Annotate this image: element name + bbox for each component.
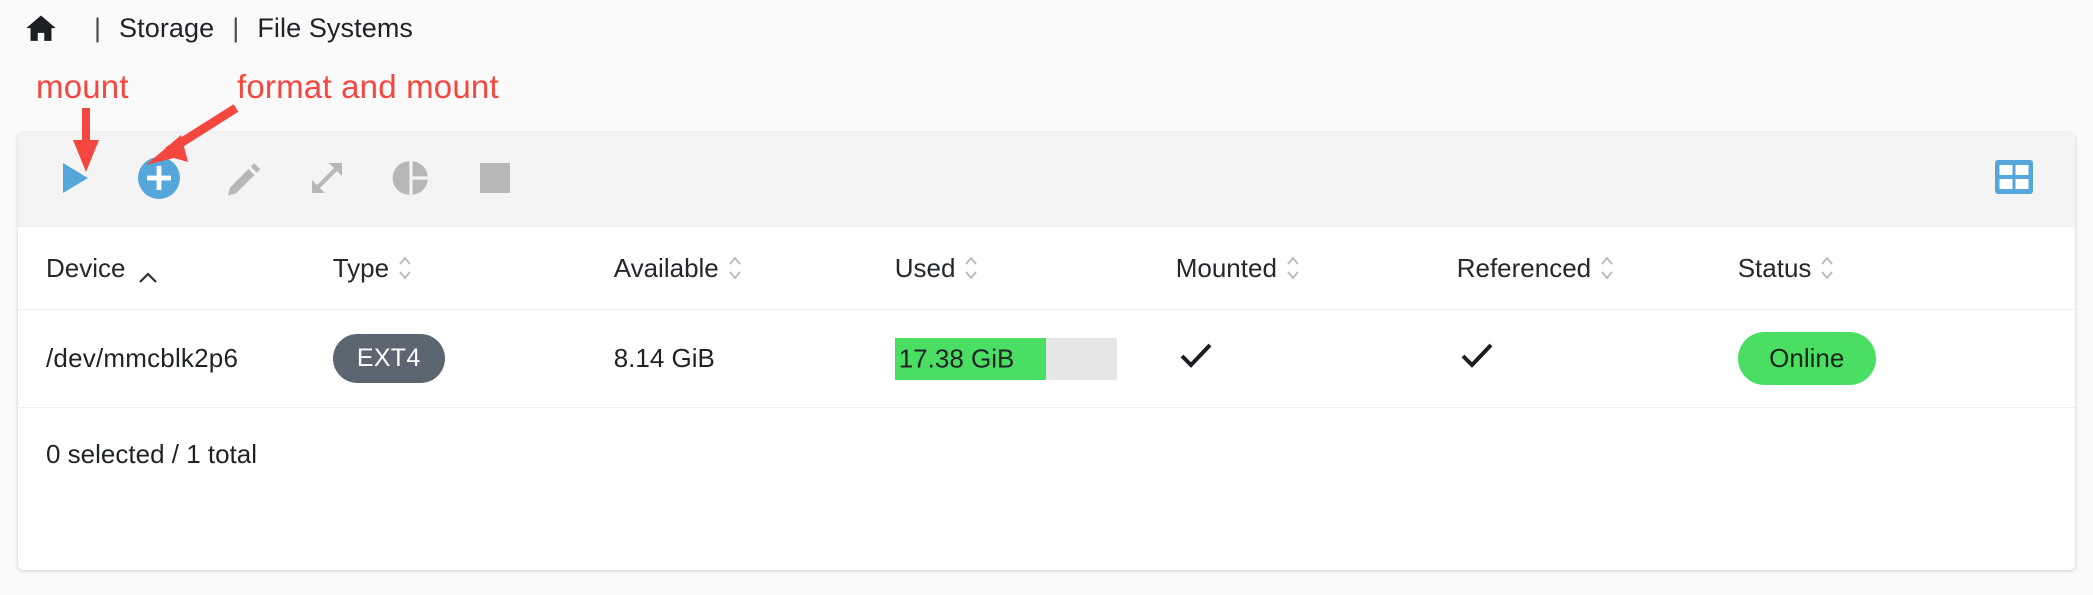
mount-button[interactable] xyxy=(52,157,98,203)
sort-toggle-icon xyxy=(964,255,978,281)
breadcrumb-item-file-systems[interactable]: File Systems xyxy=(257,13,413,44)
create-button[interactable] xyxy=(136,157,182,203)
table-footer: 0 selected / 1 total xyxy=(18,408,2075,500)
sort-toggle-icon xyxy=(1286,255,1300,281)
column-header-device[interactable]: Device xyxy=(18,226,333,310)
cell-mounted xyxy=(1175,309,1457,408)
file-systems-page: | Storage | File Systems mount format an… xyxy=(0,0,2093,595)
table-body: /dev/mmcblk2p6 EXT4 8.14 GiB 17.38 GiB O… xyxy=(18,309,2075,408)
annotation-label-mount: mount xyxy=(36,68,129,105)
usage-progress-bar: 17.38 GiB xyxy=(894,337,1117,380)
column-label-used: Used xyxy=(894,252,956,283)
column-header-referenced[interactable]: Referenced xyxy=(1456,226,1738,310)
table-toolbar xyxy=(18,133,2075,226)
column-label-mounted: Mounted xyxy=(1175,252,1277,283)
column-label-type: Type xyxy=(332,252,390,283)
sort-ascending-icon xyxy=(138,261,158,283)
cell-device: /dev/mmcblk2p6 xyxy=(18,309,333,408)
annotation-label-format-and-mount: format and mount xyxy=(237,68,499,105)
check-icon xyxy=(1176,335,1216,375)
unmount-button[interactable] xyxy=(472,157,518,203)
column-header-mounted[interactable]: Mounted xyxy=(1175,226,1457,310)
breadcrumb: | Storage | File Systems xyxy=(22,4,413,52)
expand-arrows-icon xyxy=(308,159,346,200)
resize-button[interactable] xyxy=(304,157,350,203)
column-header-type[interactable]: Type xyxy=(332,226,614,310)
home-icon[interactable] xyxy=(22,9,60,47)
sort-toggle-icon xyxy=(1600,255,1614,281)
cell-available: 8.14 GiB xyxy=(613,309,895,408)
column-label-referenced: Referenced xyxy=(1456,252,1592,283)
usage-button[interactable] xyxy=(388,157,434,203)
sort-toggle-icon xyxy=(1820,255,1834,281)
stop-square-icon xyxy=(480,163,510,196)
column-label-status: Status xyxy=(1737,252,1812,283)
status-badge: Online xyxy=(1737,332,1876,385)
sort-toggle-icon xyxy=(398,255,412,281)
type-badge: EXT4 xyxy=(332,334,445,383)
column-header-available[interactable]: Available xyxy=(613,226,895,310)
check-icon xyxy=(1457,335,1497,375)
table-grid-icon xyxy=(1995,160,2033,199)
column-label-device: Device xyxy=(46,252,126,283)
file-systems-panel: Device Type Available Used Mounted Refer… xyxy=(18,133,2075,570)
pencil-icon xyxy=(224,159,262,200)
table-row[interactable]: /dev/mmcblk2p6 EXT4 8.14 GiB 17.38 GiB O… xyxy=(18,309,2075,408)
play-icon xyxy=(60,161,90,198)
column-settings-button[interactable] xyxy=(1993,159,2035,201)
column-header-status[interactable]: Status xyxy=(1737,226,2075,310)
selection-summary: 0 selected / 1 total xyxy=(46,438,258,469)
usage-label: 17.38 GiB xyxy=(898,343,1015,373)
breadcrumb-item-storage[interactable]: Storage xyxy=(119,13,214,44)
cell-used: 17.38 GiB xyxy=(894,309,1176,408)
table-header: Device Type Available Used Mounted Refer… xyxy=(18,226,2075,310)
plus-circle-icon xyxy=(137,156,181,203)
toolbar-actions xyxy=(52,157,518,203)
sort-toggle-icon xyxy=(728,255,742,281)
file-systems-table: Device Type Available Used Mounted Refer… xyxy=(18,226,2075,408)
cell-referenced xyxy=(1456,309,1738,408)
pie-chart-icon xyxy=(392,159,430,200)
breadcrumb-separator-1: | xyxy=(94,12,102,43)
breadcrumb-separator-2: | xyxy=(232,12,240,43)
column-header-used[interactable]: Used xyxy=(894,226,1176,310)
column-label-available: Available xyxy=(613,252,719,283)
cell-status: Online xyxy=(1737,309,2075,408)
table-header-row: Device Type Available Used Mounted Refer… xyxy=(18,226,2075,310)
cell-type: EXT4 xyxy=(332,309,614,408)
edit-button[interactable] xyxy=(220,157,266,203)
